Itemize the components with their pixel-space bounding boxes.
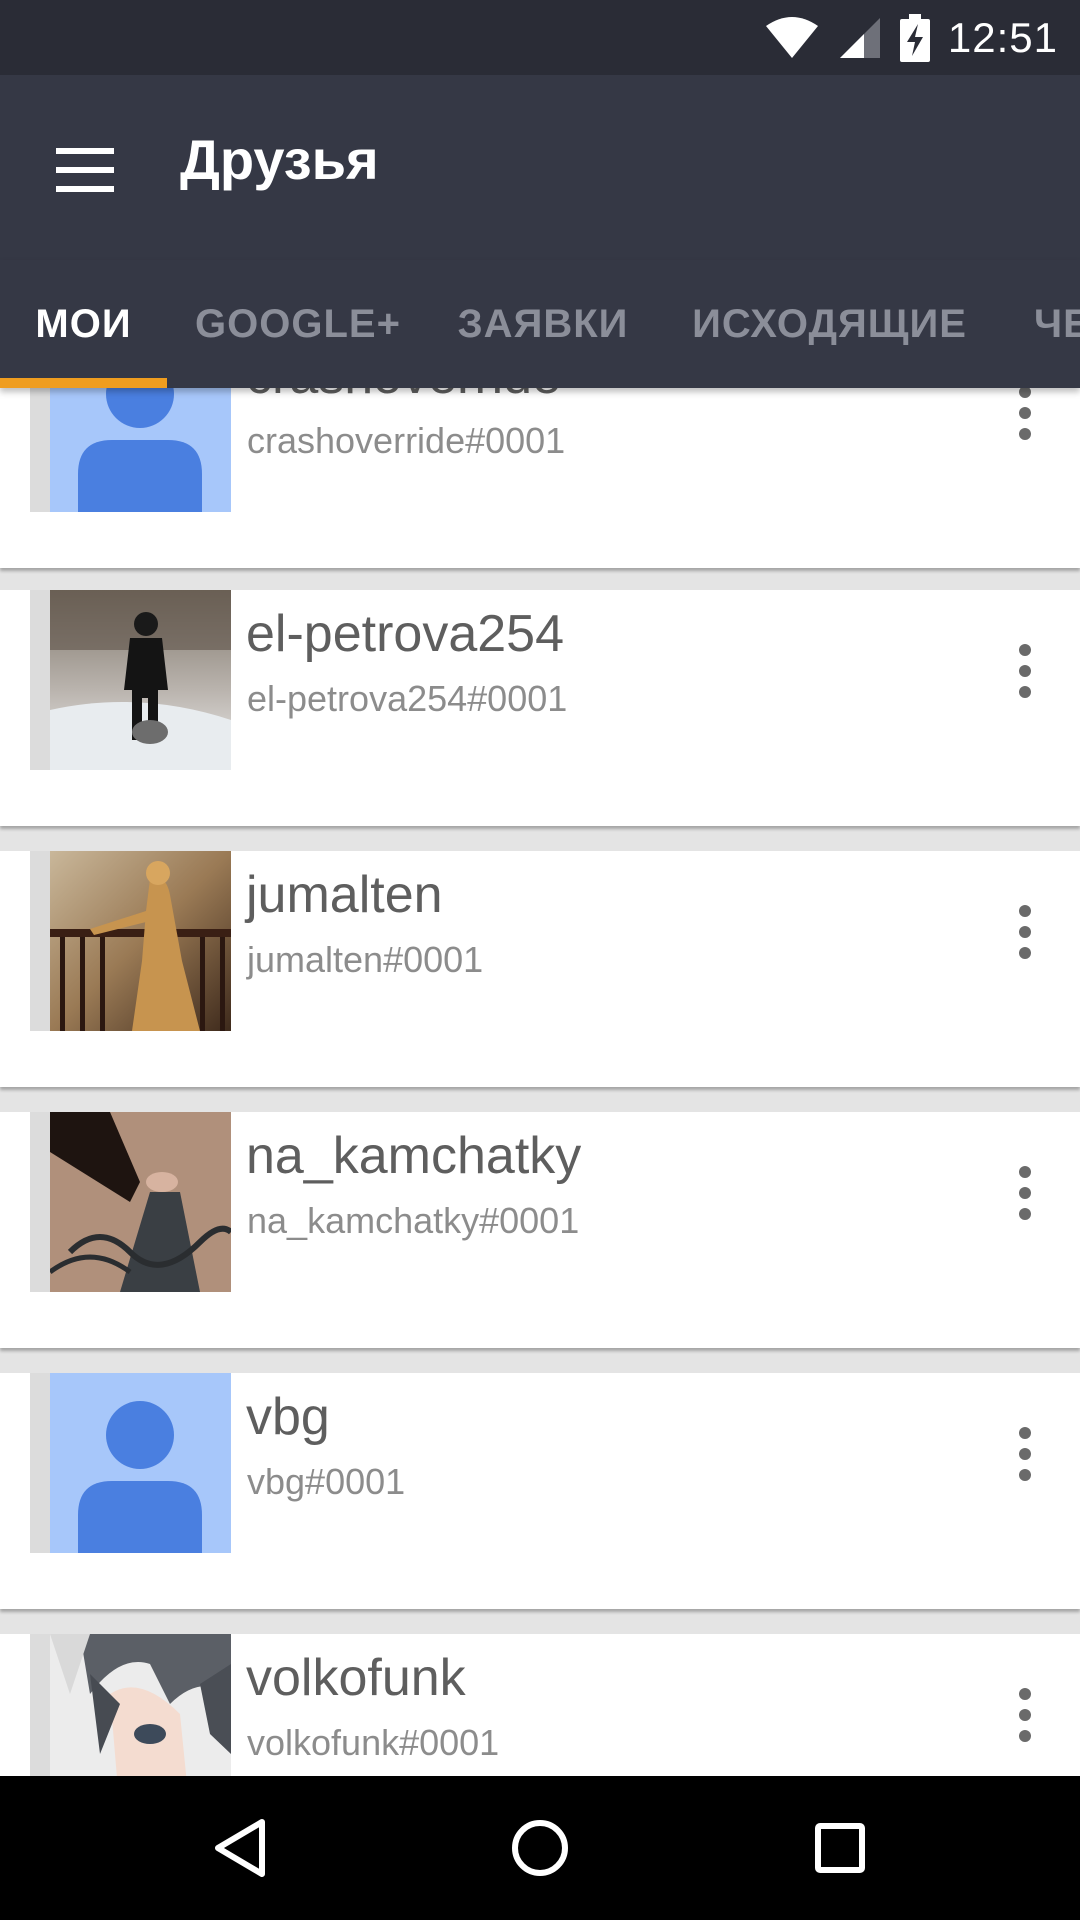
photo-woman-railing (50, 851, 231, 1031)
hamburger-menu-icon (56, 148, 114, 192)
tab-label: ИСХОДЯЩИЕ (692, 301, 967, 346)
friends-list: crashoverride crashoverride#0001 (0, 388, 1080, 1776)
list-item[interactable]: vbg vbg#0001 (0, 1373, 1080, 1609)
friend-handle: vbg#0001 (247, 1461, 406, 1502)
list-item[interactable]: crashoverride crashoverride#0001 (0, 388, 1080, 568)
avatar[interactable] (50, 388, 231, 512)
hamburger-menu-button[interactable] (40, 125, 130, 215)
more-vert-icon (1019, 1427, 1031, 1481)
friend-name: volkofunk (246, 1649, 466, 1707)
avatar[interactable] (50, 1634, 231, 1776)
tab-my[interactable]: МОИ (0, 260, 167, 388)
tab-label: ЗАЯВКИ (457, 301, 629, 346)
status-icons: 12:51 (764, 0, 1058, 75)
home-button[interactable] (480, 1798, 600, 1898)
list-item[interactable]: el-petrova254 el-petrova254#0001 (0, 590, 1080, 826)
more-options-button[interactable] (995, 877, 1055, 987)
tab-requests[interactable]: ЗАЯВКИ (429, 260, 657, 388)
friend-name: jumalten (246, 866, 443, 924)
avatar[interactable] (50, 590, 231, 770)
more-vert-icon (1019, 644, 1031, 698)
friend-handle: jumalten#0001 (247, 939, 484, 980)
cell-signal-icon (839, 17, 880, 58)
anime-character (50, 1634, 231, 1776)
battery-charging-icon (899, 13, 930, 62)
friend-name: vbg (246, 1388, 330, 1446)
more-options-button[interactable] (995, 1399, 1055, 1509)
tab-partial[interactable]: ЧЕ (1002, 260, 1080, 388)
default-person-icon (50, 388, 231, 512)
tab-outgoing[interactable]: ИСХОДЯЩИЕ (657, 260, 1002, 388)
tab-label: МОИ (35, 301, 132, 346)
tab-label: ЧЕ (1034, 301, 1080, 346)
home-icon (512, 1820, 568, 1876)
avatar-strip (30, 590, 50, 770)
avatar-strip (30, 1634, 50, 1776)
tab-label: GOOGLE+ (195, 301, 401, 346)
page-title: Друзья (180, 128, 379, 191)
more-vert-icon (1019, 388, 1031, 440)
avatar[interactable] (50, 1373, 231, 1553)
back-icon (215, 1819, 265, 1877)
friend-name: el-petrova254 (246, 605, 564, 663)
more-vert-icon (1019, 1688, 1031, 1742)
more-vert-icon (1019, 905, 1031, 959)
more-options-button[interactable] (995, 1660, 1055, 1770)
status-time: 12:51 (947, 13, 1058, 61)
friend-handle: el-petrova254#0001 (247, 678, 568, 719)
friend-name: na_kamchatky (246, 1127, 582, 1185)
avatar[interactable] (50, 851, 231, 1031)
list-item[interactable]: jumalten jumalten#0001 (0, 851, 1080, 1087)
status-bar: 12:51 (0, 0, 1080, 75)
friend-name: crashoverride (246, 388, 561, 406)
avatar-strip (30, 1112, 50, 1292)
wifi-icon (765, 16, 818, 58)
recents-button[interactable] (780, 1798, 900, 1898)
default-person-icon (50, 1373, 231, 1553)
system-nav-bar (0, 1776, 1080, 1920)
recents-icon (815, 1823, 865, 1873)
back-button[interactable] (180, 1798, 300, 1898)
photo-snow-dog (50, 590, 231, 770)
more-options-button[interactable] (995, 388, 1055, 468)
avatar-strip (30, 1373, 50, 1553)
avatar[interactable] (50, 1112, 231, 1292)
list-item[interactable]: na_kamchatky na_kamchatky#0001 (0, 1112, 1080, 1348)
tab-google-plus[interactable]: GOOGLE+ (167, 260, 429, 388)
more-options-button[interactable] (995, 616, 1055, 726)
friend-handle: crashoverride#0001 (247, 420, 566, 461)
list-item[interactable]: volkofunk volkofunk#0001 (0, 1634, 1080, 1776)
active-tab-indicator (0, 378, 167, 388)
avatar-strip (30, 851, 50, 1031)
more-options-button[interactable] (995, 1138, 1055, 1248)
app-toolbar: Друзья (0, 75, 1080, 260)
tab-bar: МОИ GOOGLE+ ЗАЯВКИ ИСХОДЯЩИЕ ЧЕ (0, 260, 1080, 388)
avatar-strip (30, 388, 50, 512)
friend-handle: na_kamchatky#0001 (247, 1200, 580, 1241)
friend-handle: volkofunk#0001 (247, 1722, 500, 1763)
photo-stair-railing (50, 1112, 231, 1292)
more-vert-icon (1019, 1166, 1031, 1220)
